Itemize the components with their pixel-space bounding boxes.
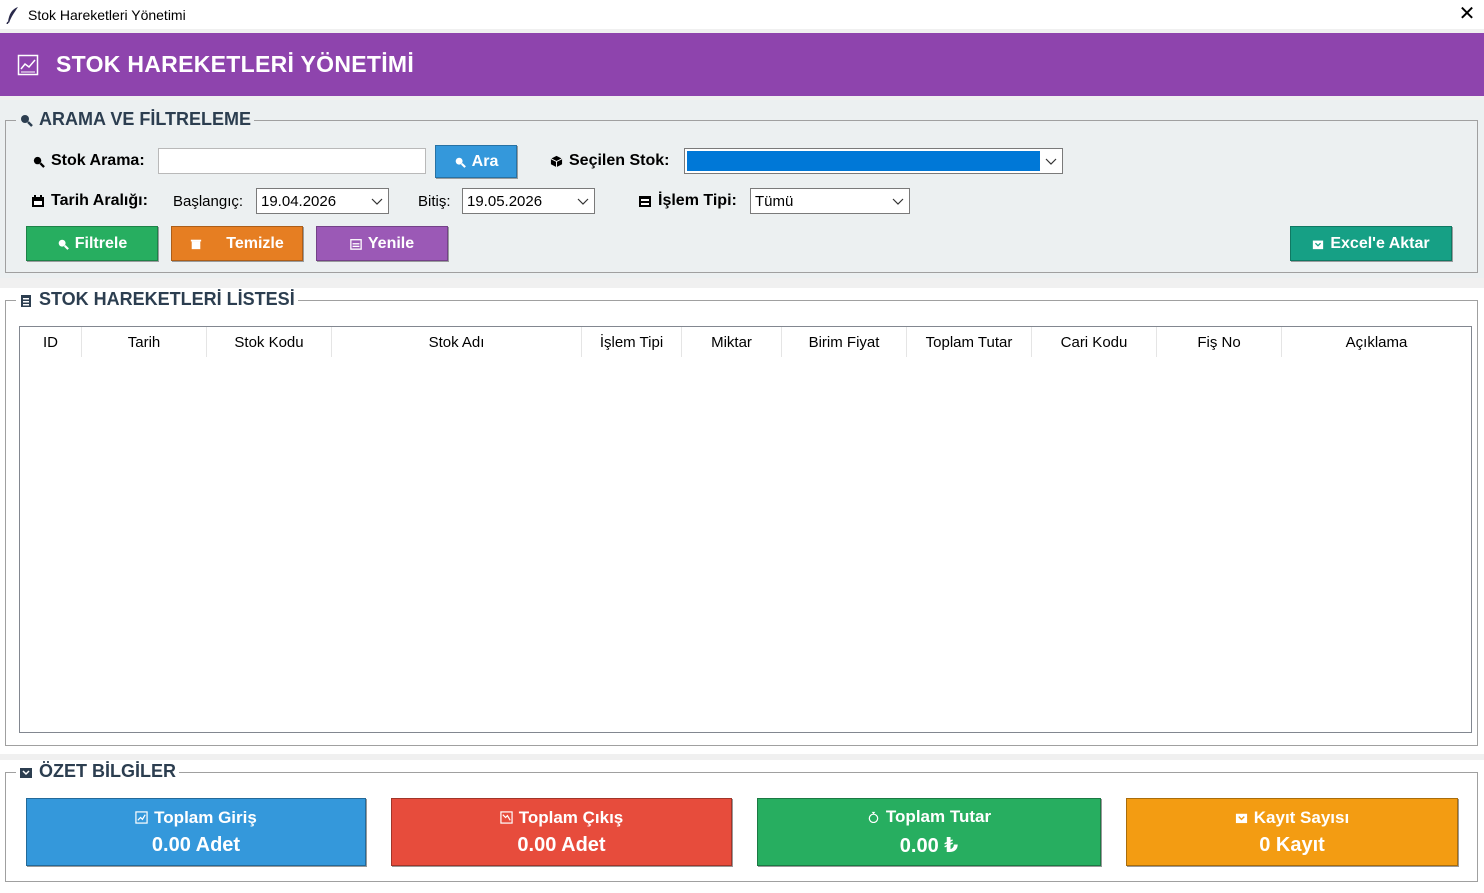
search-button-label: Ara <box>471 152 499 170</box>
clipboard-icon <box>21 294 31 307</box>
stock-search-label-wrap: Stok Arama: <box>32 152 145 170</box>
date-range-label: Tarih Aralığı: <box>51 192 148 209</box>
summary-card-value: 0.00 Adet <box>517 833 606 856</box>
calendar-icon <box>32 195 44 207</box>
column-header-account-code[interactable]: Cari Kodu <box>1032 327 1157 357</box>
end-date-value: 19.05.2026 <box>467 192 543 210</box>
selected-stock-label-wrap: Seçilen Stok: <box>550 152 669 170</box>
column-header-stock-code[interactable]: Stok Kodu <box>207 327 332 357</box>
summary-card-title: Toplam Giriş <box>154 807 257 827</box>
summary-card-title: Kayıt Sayısı <box>1253 807 1350 827</box>
summary-card-record-count: Kayıt Sayısı 0 Kayıt <box>1126 798 1458 866</box>
column-header-receipt-no[interactable]: Fiş No <box>1157 327 1282 357</box>
refresh-button[interactable]: Yenile <box>316 226 448 261</box>
magnifier-icon <box>33 156 45 168</box>
inbox-icon <box>20 767 32 778</box>
window-title: Stok Hareketleri Yönetimi <box>28 6 186 23</box>
list-group-legend: STOK HAREKETLERİ LİSTESİ <box>16 289 298 310</box>
chevron-down-icon[interactable] <box>891 192 905 210</box>
selected-stock-highlight <box>687 151 1040 171</box>
filter-group-legend: ARAMA VE FİLTRELEME <box>16 109 254 130</box>
refresh-icon <box>350 238 362 250</box>
summary-card-total-out: Toplam Çıkış 0.00 Adet <box>391 798 732 866</box>
summary-card-total-amount: Toplam Tutar 0.00 ₺ <box>757 798 1101 866</box>
summary-card-value: 0.00 ₺ <box>899 834 959 857</box>
summary-group-title: ÖZET BİLGİLER <box>39 761 176 781</box>
filter-button-label: Filtrele <box>74 234 128 252</box>
column-header-description[interactable]: Açıklama <box>1282 327 1471 357</box>
chevron-down-icon[interactable] <box>370 192 384 210</box>
date-range-label-wrap: Tarih Aralığı: <box>31 192 148 210</box>
table-header-row: ID Tarih Stok Kodu Stok Adı İşlem Tipi M… <box>20 327 1471 357</box>
selected-stock-label: Seçilen Stok: <box>569 152 670 169</box>
column-header-date[interactable]: Tarih <box>82 327 207 357</box>
magnifier-icon <box>21 114 33 127</box>
start-date-label: Başlangıç: <box>173 193 244 210</box>
stock-search-input[interactable] <box>158 148 426 174</box>
start-date-value: 19.04.2026 <box>261 192 337 210</box>
chart-up-icon <box>135 811 148 824</box>
op-type-select[interactable]: Tümü <box>750 188 910 214</box>
trash-icon <box>191 239 202 249</box>
magnifier-icon <box>58 239 69 250</box>
summary-card-total-in: Toplam Giriş 0.00 Adet <box>26 798 366 866</box>
chevron-down-icon[interactable] <box>1044 152 1058 170</box>
filter-group-title: ARAMA VE FİLTRELEME <box>39 109 251 129</box>
stock-search-label: Stok Arama: <box>51 152 145 169</box>
summary-card-value: 0 Kayıt <box>1259 833 1325 856</box>
close-icon[interactable]: ✕ <box>1456 3 1478 25</box>
summary-card-title: Toplam Tutar <box>885 806 992 826</box>
column-header-total-amount[interactable]: Toplam Tutar <box>907 327 1032 357</box>
feather-icon <box>6 6 18 24</box>
op-type-label: İşlem Tipi: <box>658 192 737 209</box>
page-title: STOK HAREKETLERİ YÖNETİMİ <box>56 51 415 77</box>
start-date-picker[interactable]: 19.04.2026 <box>256 188 389 214</box>
clipboard-icon <box>639 196 651 207</box>
window-titlebar: Stok Hareketleri Yönetimi ✕ <box>0 0 1484 29</box>
summary-group-legend: ÖZET BİLGİLER <box>16 761 179 782</box>
clear-button[interactable]: Temizle <box>171 226 303 261</box>
magnifier-icon <box>455 157 466 168</box>
selected-stock-combobox[interactable] <box>684 148 1063 174</box>
column-header-unit-price[interactable]: Birim Fiyat <box>782 327 907 357</box>
money-bag-icon <box>868 811 879 823</box>
export-excel-button-label: Excel'e Aktar <box>1330 234 1430 252</box>
column-header-stock-name[interactable]: Stok Adı <box>332 327 582 357</box>
column-header-op-type[interactable]: İşlem Tipi <box>582 327 682 357</box>
summary-card-title: Toplam Çıkış <box>518 807 624 827</box>
search-button[interactable]: Ara <box>435 145 517 178</box>
page-header: STOK HAREKETLERİ YÖNETİMİ <box>0 33 1484 96</box>
chart-down-icon <box>500 811 513 824</box>
inbox-icon <box>1313 240 1324 249</box>
end-date-label: Bitiş: <box>418 193 451 210</box>
box-icon <box>550 155 563 167</box>
movements-table[interactable]: ID Tarih Stok Kodu Stok Adı İşlem Tipi M… <box>19 326 1472 733</box>
chevron-down-icon[interactable] <box>576 192 590 210</box>
column-header-quantity[interactable]: Miktar <box>682 327 782 357</box>
clear-button-label: Temizle <box>226 234 284 252</box>
summary-card-value: 0.00 Adet <box>151 833 241 856</box>
inbox-icon <box>1235 813 1247 824</box>
export-excel-button[interactable]: Excel'e Aktar <box>1290 226 1452 261</box>
list-group-title: STOK HAREKETLERİ LİSTESİ <box>39 289 295 309</box>
filter-button[interactable]: Filtrele <box>26 226 158 261</box>
refresh-button-label: Yenile <box>367 234 415 252</box>
end-date-picker[interactable]: 19.05.2026 <box>462 188 595 214</box>
op-type-value: Tümü <box>755 192 794 210</box>
chart-icon <box>17 54 39 75</box>
op-type-label-wrap: İşlem Tipi: <box>638 192 737 210</box>
column-header-id[interactable]: ID <box>20 327 82 357</box>
